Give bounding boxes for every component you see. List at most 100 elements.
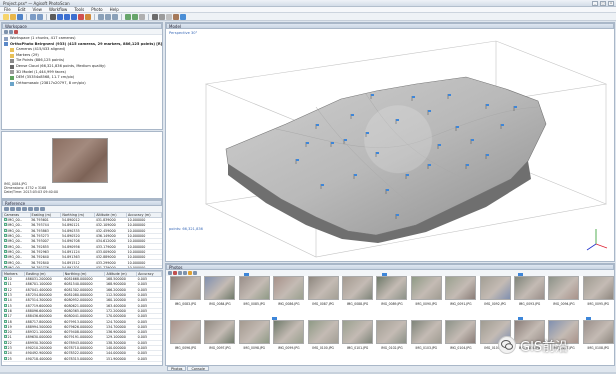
photo-thumbnail[interactable] (342, 276, 373, 300)
table-row[interactable]: 17 488436.600000 6080041.000000 170.000000 0… (2, 313, 162, 320)
rotate-right-icon[interactable] (183, 271, 187, 275)
table-row[interactable]: 24 490492.900000 6078522.000000 144.000000 0… (2, 350, 162, 357)
row-checkbox[interactable] (3, 298, 7, 302)
open-icon[interactable] (10, 13, 16, 20)
menu-file[interactable]: File (4, 7, 11, 12)
row-checkbox[interactable] (3, 346, 7, 349)
shaded-model-icon[interactable] (166, 13, 172, 20)
row-checkbox[interactable] (3, 330, 7, 334)
maximize-button[interactable]: □ (600, 1, 606, 6)
row-checkbox[interactable] (3, 293, 7, 297)
free-form-selection-icon[interactable] (71, 13, 77, 20)
remove-photos-icon[interactable] (173, 271, 177, 275)
photo-thumbnail[interactable] (445, 320, 477, 344)
crop-selection-icon[interactable] (85, 13, 91, 20)
menu-edit[interactable]: Edit (18, 7, 26, 12)
tab-photos[interactable]: Photos (167, 366, 187, 371)
photo-thumbnail[interactable] (307, 320, 339, 344)
photo-thumbnail[interactable] (170, 320, 201, 344)
add-chunk-icon[interactable] (4, 30, 8, 34)
table-row[interactable]: 14 487514.300000 6080952.000000 160.100000 0… (2, 297, 162, 304)
rotate-region-icon[interactable] (112, 13, 118, 20)
dense-cloud-view-icon[interactable] (159, 13, 165, 20)
model-view[interactable]: Model Perspective 30° points: 66,321,836 (165, 22, 615, 262)
resize-region-icon[interactable] (105, 13, 111, 20)
photo-thumbnail[interactable] (445, 276, 477, 300)
settings-icon[interactable] (40, 207, 45, 211)
table-row[interactable]: 25 490718.400000 6078315.000000 151.900000 0… (2, 355, 162, 362)
zoom-out-icon[interactable] (132, 13, 138, 20)
row-checkbox[interactable] (3, 228, 7, 232)
navigation-icon[interactable] (50, 13, 56, 20)
menu-workflow[interactable]: Workflow (49, 7, 67, 12)
view-mode-icon[interactable] (193, 271, 197, 275)
close-button[interactable]: × (608, 1, 614, 6)
photo-thumbnail[interactable] (273, 276, 305, 300)
menu-view[interactable]: View (32, 7, 42, 12)
move-region-icon[interactable] (98, 13, 104, 20)
table-row[interactable]: 20 489321.100000 6079408.000000 136.900000 0… (2, 329, 162, 336)
row-checkbox[interactable] (3, 319, 7, 323)
tab-console[interactable]: Console (187, 366, 209, 371)
table-row[interactable]: 18 488717.800000 6079913.000000 124.700000 0… (2, 318, 162, 325)
table-row[interactable]: 12 487041.400000 6081302.000000 166.200000 0… (2, 287, 162, 293)
row-checkbox[interactable] (3, 356, 7, 360)
table-row[interactable]: IMG_00.. 36.792776 54.891701 431.779000 10.0… (2, 265, 162, 268)
textured-model-icon[interactable] (173, 13, 179, 20)
reset-filter-icon[interactable] (188, 271, 192, 275)
photo-thumbnail[interactable] (342, 320, 373, 344)
menu-photo[interactable]: Photo (91, 7, 102, 12)
row-checkbox[interactable] (3, 282, 7, 286)
row-checkbox[interactable] (3, 239, 7, 243)
reset-view-icon[interactable] (139, 13, 145, 20)
table-row[interactable]: 13 487254.800000 6081080.000000 112.500000 0… (2, 292, 162, 299)
row-checkbox[interactable] (3, 303, 7, 307)
row-checkbox[interactable] (3, 249, 7, 253)
photo-thumbnail[interactable] (410, 320, 442, 344)
optimize-icon[interactable] (22, 207, 27, 211)
trackball[interactable] (363, 104, 433, 174)
photo-thumbnail[interactable] (376, 276, 408, 300)
photo-thumbnail[interactable] (514, 276, 545, 300)
row-checkbox[interactable] (3, 234, 7, 238)
menu-tools[interactable]: Tools (74, 7, 84, 12)
terrain-model[interactable] (166, 29, 614, 261)
new-project-icon[interactable] (3, 13, 9, 20)
photo-thumbnail[interactable] (479, 276, 511, 300)
photo-thumbnail[interactable] (582, 276, 614, 300)
tree-orthomosaic[interactable]: Orthomosaic (23817x20797, 8 cm/pix) (4, 81, 160, 87)
view-source-icon[interactable] (28, 207, 33, 211)
row-checkbox[interactable] (3, 223, 7, 227)
photo-thumbnail[interactable] (307, 276, 339, 300)
photo-thumbnail[interactable] (170, 276, 201, 300)
redo-icon[interactable] (37, 13, 43, 20)
row-checkbox[interactable] (3, 324, 7, 328)
photo-thumbnail[interactable] (548, 276, 580, 300)
row-checkbox[interactable] (3, 218, 7, 222)
table-row[interactable]: 23 490210.200000 6078710.000000 140.000000 0… (2, 345, 162, 352)
table-row[interactable]: 19 488994.500000 6079626.000000 134.700000 0… (2, 324, 162, 330)
photo-thumbnail[interactable] (376, 320, 408, 344)
table-row[interactable]: 21 489630.000000 6079191.000000 129.100000 0… (2, 334, 162, 341)
remove-items-icon[interactable] (14, 30, 18, 34)
add-photos-icon[interactable] (168, 271, 172, 275)
row-checkbox[interactable] (3, 340, 7, 344)
menu-help[interactable]: Help (110, 7, 119, 12)
convert-icon[interactable] (16, 207, 21, 211)
row-checkbox[interactable] (3, 351, 7, 355)
photo-thumbnail[interactable] (410, 276, 442, 300)
table-row[interactable]: 10 486031.200000 6081668.000000 168.500000 0… (2, 276, 162, 283)
row-checkbox[interactable] (3, 277, 7, 281)
row-checkbox[interactable] (3, 244, 7, 248)
export-icon[interactable] (10, 207, 15, 211)
photo-thumbnail[interactable] (204, 276, 236, 300)
row-checkbox[interactable] (3, 265, 7, 268)
table-row[interactable]: 16 488096.600000 6080365.000000 172.200000 0… (2, 308, 162, 315)
row-checkbox[interactable] (3, 335, 7, 339)
undo-icon[interactable] (30, 13, 36, 20)
table-row[interactable]: 11 486701.100000 6081540.000000 168.900000 0… (2, 281, 162, 288)
add-photos-icon[interactable] (9, 30, 13, 34)
row-checkbox[interactable] (3, 308, 7, 312)
view-errors-icon[interactable] (34, 207, 39, 211)
row-checkbox[interactable] (3, 287, 7, 291)
